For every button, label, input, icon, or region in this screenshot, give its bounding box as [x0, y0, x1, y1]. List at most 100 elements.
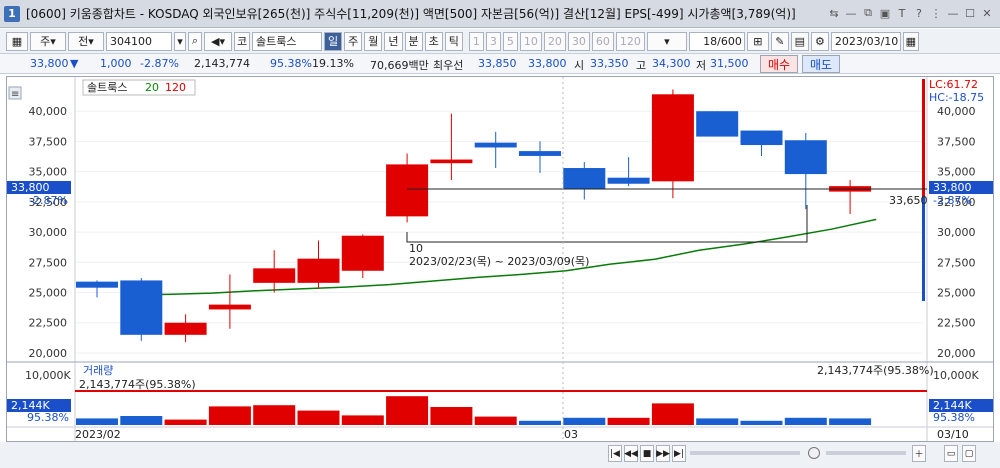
period-second[interactable]: 초 [424, 31, 443, 51]
x-label-feb: 2023/02 [75, 428, 121, 441]
window-title: [0600] 키움종합차트 - KOSDAQ 외국인보유[265(천)] 주식수… [26, 7, 796, 21]
y-tick-label-right: 25,000 [937, 287, 976, 300]
stop-icon[interactable]: ■ [640, 445, 654, 462]
legend-ma-short: 20 [145, 81, 159, 94]
candle-body [208, 304, 251, 310]
stock-code-input[interactable]: 304100 [106, 31, 172, 51]
last-icon[interactable]: ▶| [672, 445, 686, 462]
gear-icon[interactable]: ⚙ [810, 31, 829, 51]
search-icon[interactable]: ⌕ [188, 31, 202, 51]
interval-20[interactable]: 20 [543, 31, 566, 51]
volume-bar [607, 417, 650, 425]
y-tick-label-left: 35,000 [29, 166, 68, 179]
x-label-mar: 03 [564, 428, 578, 441]
window-controls: ⇆ — ⧉ ▣ T ? ⋮ — ☐ ✕ [827, 6, 994, 20]
candle-body [76, 281, 118, 288]
calendar-icon[interactable]: ▦ [902, 31, 919, 51]
help-icon[interactable]: ? [912, 6, 926, 20]
interval-60[interactable]: 60 [591, 31, 614, 51]
zoom-out-icon[interactable] [808, 447, 820, 459]
period-week[interactable]: 주 [344, 31, 363, 51]
current-price: 33,800 [30, 57, 69, 70]
volume-bar [740, 420, 783, 425]
interval-3[interactable]: 3 [485, 31, 501, 51]
candle-body [297, 258, 340, 283]
screen-icon[interactable]: ▣ [878, 6, 892, 20]
screen-mode-icon[interactable]: ▢ [962, 445, 976, 462]
interval-5[interactable]: 5 [502, 31, 518, 51]
count-input[interactable]: 18/600 [688, 31, 745, 51]
market-select-value: 주 [40, 35, 51, 48]
y-tick-label-left: 40,000 [29, 105, 68, 118]
first-icon[interactable]: |◀ [608, 445, 622, 462]
restore-icon[interactable]: ⧉ [861, 6, 875, 20]
period-year[interactable]: 년 [384, 31, 403, 51]
volume-bar [519, 420, 561, 425]
fit-icon[interactable]: ▭ [944, 445, 958, 462]
maximize-window-icon[interactable]: ☐ [963, 6, 977, 20]
title-bar: 1 [0600] 키움종합차트 - KOSDAQ 외국인보유[265(천)] 주… [0, 0, 1000, 28]
minimize-icon[interactable]: — [844, 6, 858, 20]
period-tick[interactable]: 틱 [444, 31, 463, 51]
market-select[interactable]: 주 ▾ [30, 31, 66, 51]
interval-120[interactable]: 120 [615, 31, 645, 51]
range-count: 10 [409, 242, 423, 255]
close-window-icon[interactable]: ✕ [980, 6, 994, 20]
volume-y-label-right: 10,000K [933, 369, 979, 382]
period-month[interactable]: 월 [364, 31, 383, 51]
text-icon[interactable]: T [895, 6, 909, 20]
x-label-last: 03/10 [937, 428, 969, 441]
y-tick-label-right: 35,000 [937, 166, 976, 179]
y-tick-label-left: 20,000 [29, 347, 68, 360]
volume-tagpct-right: 95.38% [933, 411, 975, 424]
link-icon[interactable]: ⇆ [827, 6, 841, 20]
type-select[interactable]: 전 ▾ [68, 31, 104, 51]
minimize-window-icon[interactable]: — [946, 6, 960, 20]
candle-body [784, 140, 827, 175]
more-icon[interactable]: ⋮ [929, 6, 943, 20]
candle-body [253, 268, 296, 283]
chart-area[interactable]: 40,000 40,000 37,500 37,500 35,000 35,000 32,5… [6, 76, 994, 442]
stock-name-field[interactable]: 솔트룩스 [252, 31, 322, 51]
code-dropdown-icon[interactable]: ▾ [174, 31, 186, 51]
period-minute[interactable]: 분 [404, 31, 423, 51]
lc-marker [922, 79, 925, 199]
volume-bar [341, 415, 384, 425]
date-input[interactable]: 2023/03/10 [830, 31, 901, 51]
y-tick-label-left: 30,000 [29, 226, 68, 239]
pct-tag-right: -2.87% [933, 194, 972, 207]
scroll-track[interactable] [690, 451, 800, 455]
hc-label: HC:-18.75 [929, 91, 984, 104]
volume-bar [651, 403, 694, 425]
change-pct: -2.87% [140, 57, 179, 70]
rewind-icon[interactable]: ◀◀ [624, 445, 638, 462]
zoom-in-icon[interactable]: ＋ [912, 445, 926, 462]
change-amount: 1,000 [100, 57, 132, 70]
zoom-track[interactable] [826, 451, 906, 455]
speaker-icon[interactable]: ◀▾ [204, 31, 232, 51]
sell-button[interactable]: 매도 [802, 55, 840, 73]
high-price: 34,300 [652, 57, 691, 70]
save-icon[interactable]: ▤ [790, 31, 809, 51]
layout-icon[interactable]: ▦ [6, 31, 28, 51]
toolbar: ▦ 주 ▾ 전 ▾ 304100 ▾ ⌕ ◀▾ 코 솔트룩스 일 주 월 년 분 초… [0, 29, 1000, 54]
volume-bar [829, 418, 872, 425]
interval-30[interactable]: 30 [567, 31, 590, 51]
buy-button[interactable]: 매수 [760, 55, 798, 73]
interval-1[interactable]: 1 [468, 31, 484, 51]
interval-custom-select[interactable]: ▾ [646, 31, 687, 51]
chart-svg: 40,000 40,00037,500 37,50035,000 35,00032,5… [7, 77, 993, 441]
best-label: 최우선 [433, 59, 464, 72]
volume-tagpct-left: 95.38% [27, 411, 69, 424]
grid-settings-icon[interactable]: ≡ [11, 89, 19, 100]
interval-10[interactable]: 10 [519, 31, 542, 51]
forward-icon[interactable]: ▶▶ [656, 445, 670, 462]
low-price: 31,500 [710, 57, 749, 70]
candle-body [651, 94, 694, 182]
period-day[interactable]: 일 [324, 31, 343, 51]
open-label: 시 [574, 59, 585, 72]
candle-body [120, 280, 163, 335]
type-select-value: 전 [78, 35, 89, 48]
tool-chart-icon[interactable]: ⊞ [746, 31, 769, 51]
tool-draw-icon[interactable]: ✎ [770, 31, 789, 51]
